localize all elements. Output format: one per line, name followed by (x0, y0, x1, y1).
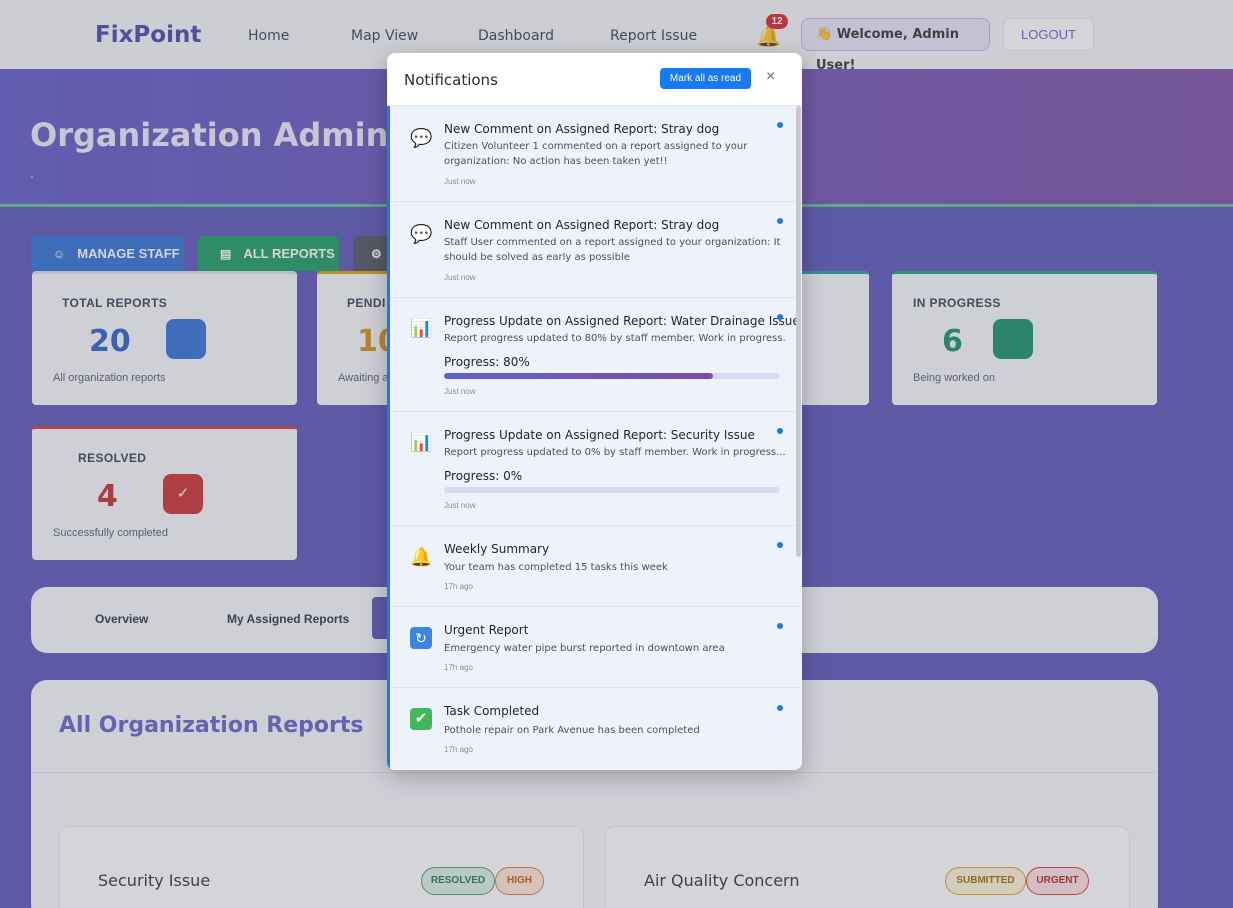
notification-item[interactable]: 🔔 Weekly Summary Your team has completed… (390, 526, 799, 607)
notification-message: Your team has completed 15 tasks this we… (444, 562, 668, 573)
notification-item[interactable]: 💬 New Comment on Assigned Report: Stray … (390, 106, 799, 202)
speech-bubble-icon: 💬 (410, 224, 433, 244)
notifications-modal: Notifications Mark all as read × 💬 New C… (387, 53, 802, 770)
unread-dot (777, 542, 783, 548)
notification-item[interactable]: 📊 Progress Update on Assigned Report: Se… (390, 412, 799, 526)
close-icon[interactable]: × (766, 68, 775, 86)
notification-title: Progress Update on Assigned Report: Wate… (444, 314, 800, 328)
notification-item[interactable]: ✔ Task Completed Pothole repair on Park … (390, 688, 799, 770)
bell-icon: 🔔 (410, 547, 433, 567)
unread-dot (777, 122, 783, 128)
notification-time: 17h ago (444, 582, 473, 591)
notification-time: Just now (444, 273, 476, 282)
unread-dot (777, 428, 783, 434)
notification-message: Pothole repair on Park Avenue has been c… (444, 725, 700, 736)
mark-all-read-button[interactable]: Mark all as read (660, 68, 751, 89)
notification-title: Progress Update on Assigned Report: Secu… (444, 428, 755, 442)
notification-title: Task Completed (444, 704, 540, 718)
check-icon: ✔ (410, 708, 432, 730)
notification-title: Urgent Report (444, 623, 529, 637)
unread-dot (777, 705, 783, 711)
notification-time: Just now (444, 177, 476, 186)
progress-label: Progress: 0% (444, 469, 523, 483)
bar-chart-icon: 📊 (410, 318, 433, 338)
progress-fill (444, 373, 713, 379)
progress-label: Progress: 80% (444, 355, 530, 369)
bar-chart-icon: 📊 (410, 432, 433, 452)
scrollbar[interactable] (796, 106, 801, 557)
speech-bubble-icon: 💬 (410, 128, 433, 148)
notification-time: Just now (444, 387, 476, 396)
unread-dot (777, 623, 783, 629)
progress-bar (444, 373, 780, 379)
progress-bar (444, 487, 780, 493)
notification-time: 17h ago (444, 663, 473, 672)
notification-message: Citizen Volunteer 1 commented on a repor… (444, 141, 748, 167)
unread-dot (777, 218, 783, 224)
notification-title: New Comment on Assigned Report: Stray do… (444, 218, 720, 232)
notification-title: Weekly Summary (444, 542, 550, 556)
notification-title: New Comment on Assigned Report: Stray do… (444, 122, 720, 136)
notification-message: Emergency water pipe burst reported in d… (444, 643, 725, 654)
notification-message: Staff User commented on a report assigne… (444, 237, 781, 263)
notification-item[interactable]: 💬 New Comment on Assigned Report: Stray … (390, 202, 799, 298)
notification-message: Report progress updated to 80% by staff … (444, 333, 786, 344)
notification-message: Report progress updated to 0% by staff m… (444, 447, 786, 458)
notification-item[interactable]: 📊 Progress Update on Assigned Report: Wa… (390, 298, 800, 412)
notification-time: 17h ago (444, 745, 473, 754)
notification-item[interactable]: ↻ Urgent Report Emergency water pipe bur… (390, 607, 799, 688)
modal-title: Notifications (404, 71, 498, 89)
notification-time: Just now (444, 501, 476, 510)
notification-list[interactable]: 💬 New Comment on Assigned Report: Stray … (387, 106, 802, 770)
refresh-icon: ↻ (410, 627, 432, 649)
unread-dot (777, 314, 783, 320)
modal-header: Notifications Mark all as read × (387, 53, 802, 106)
